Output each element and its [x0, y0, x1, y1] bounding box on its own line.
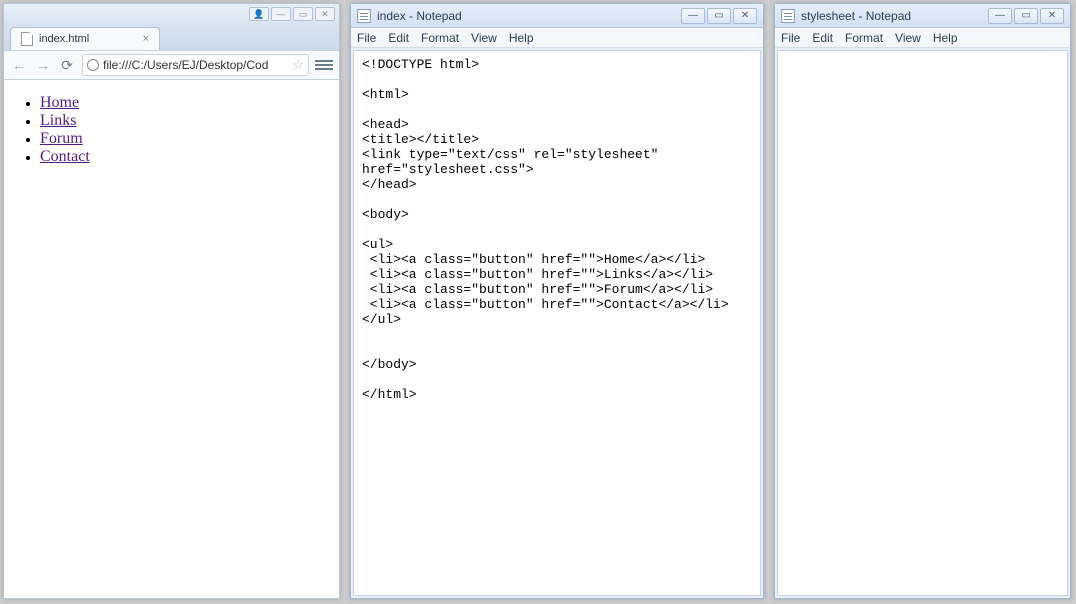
notepad-index-window: index - Notepad — ▭ ✕ File Edit Format V… — [350, 3, 764, 599]
nav-link-list: Home Links Forum Contact — [12, 94, 331, 166]
minimize-button[interactable]: — — [271, 7, 291, 21]
menu-help[interactable]: Help — [933, 31, 958, 45]
maximize-button[interactable]: ▭ — [1014, 8, 1038, 24]
close-button[interactable]: ✕ — [315, 7, 335, 21]
minimize-button[interactable]: — — [988, 8, 1012, 24]
list-item: Home — [40, 94, 331, 112]
notepad-menu-bar: File Edit Format View Help — [775, 28, 1070, 48]
reload-button[interactable]: ⟳ — [58, 56, 76, 74]
menu-format[interactable]: Format — [421, 31, 459, 45]
list-item: Forum — [40, 130, 331, 148]
menu-help[interactable]: Help — [509, 31, 534, 45]
notepad-titlebar: stylesheet - Notepad — ▭ ✕ — [775, 4, 1070, 28]
chrome-titlebar: 👤 — ▭ ✕ — [4, 4, 339, 24]
chrome-menu-button[interactable] — [315, 56, 333, 74]
bookmark-star-icon[interactable]: ☆ — [292, 57, 304, 73]
menu-view[interactable]: View — [895, 31, 921, 45]
notepad-titlebar: index - Notepad — ▭ ✕ — [351, 4, 763, 28]
notepad-app-icon — [781, 9, 795, 23]
menu-file[interactable]: File — [357, 31, 376, 45]
address-bar[interactable]: file:///C:/Users/EJ/Desktop/Cod ☆ — [82, 54, 309, 76]
menu-edit[interactable]: Edit — [812, 31, 833, 45]
globe-icon — [87, 59, 99, 71]
link-home[interactable]: Home — [40, 94, 79, 111]
forward-button[interactable]: → — [34, 56, 52, 74]
link-links[interactable]: Links — [40, 112, 76, 129]
menu-edit[interactable]: Edit — [388, 31, 409, 45]
window-controls: — ▭ ✕ — [681, 8, 757, 24]
back-button[interactable]: ← — [10, 56, 28, 74]
chrome-tab[interactable]: index.html × — [10, 27, 160, 50]
chrome-viewport: Home Links Forum Contact — [4, 80, 339, 598]
link-forum[interactable]: Forum — [40, 130, 83, 147]
window-controls: — ▭ ✕ — [988, 8, 1064, 24]
menu-file[interactable]: File — [781, 31, 800, 45]
maximize-button[interactable]: ▭ — [707, 8, 731, 24]
minimize-button[interactable]: — — [681, 8, 705, 24]
chrome-tab-strip: index.html × — [4, 24, 339, 50]
chrome-window: 👤 — ▭ ✕ index.html × ← → ⟳ file:///C:/Us… — [3, 3, 340, 599]
menu-format[interactable]: Format — [845, 31, 883, 45]
close-button[interactable]: ✕ — [1040, 8, 1064, 24]
maximize-button[interactable]: ▭ — [293, 7, 313, 21]
list-item: Links — [40, 112, 331, 130]
notepad-title: stylesheet - Notepad — [801, 9, 911, 23]
chrome-tab-title: index.html — [39, 33, 89, 45]
page-icon — [21, 32, 33, 46]
notepad-stylesheet-window: stylesheet - Notepad — ▭ ✕ File Edit For… — [774, 3, 1071, 599]
close-tab-icon[interactable]: × — [143, 33, 149, 45]
notepad-text-area[interactable]: <!DOCTYPE html> <html> <head> <title></t… — [353, 50, 761, 596]
chrome-toolbar: ← → ⟳ file:///C:/Users/EJ/Desktop/Cod ☆ — [4, 50, 339, 80]
menu-view[interactable]: View — [471, 31, 497, 45]
link-contact[interactable]: Contact — [40, 148, 90, 165]
list-item: Contact — [40, 148, 331, 166]
user-icon[interactable]: 👤 — [249, 7, 269, 21]
url-text: file:///C:/Users/EJ/Desktop/Cod — [103, 58, 268, 72]
notepad-title: index - Notepad — [377, 9, 462, 23]
notepad-menu-bar: File Edit Format View Help — [351, 28, 763, 48]
close-button[interactable]: ✕ — [733, 8, 757, 24]
notepad-text-area[interactable] — [777, 50, 1068, 596]
notepad-app-icon — [357, 9, 371, 23]
